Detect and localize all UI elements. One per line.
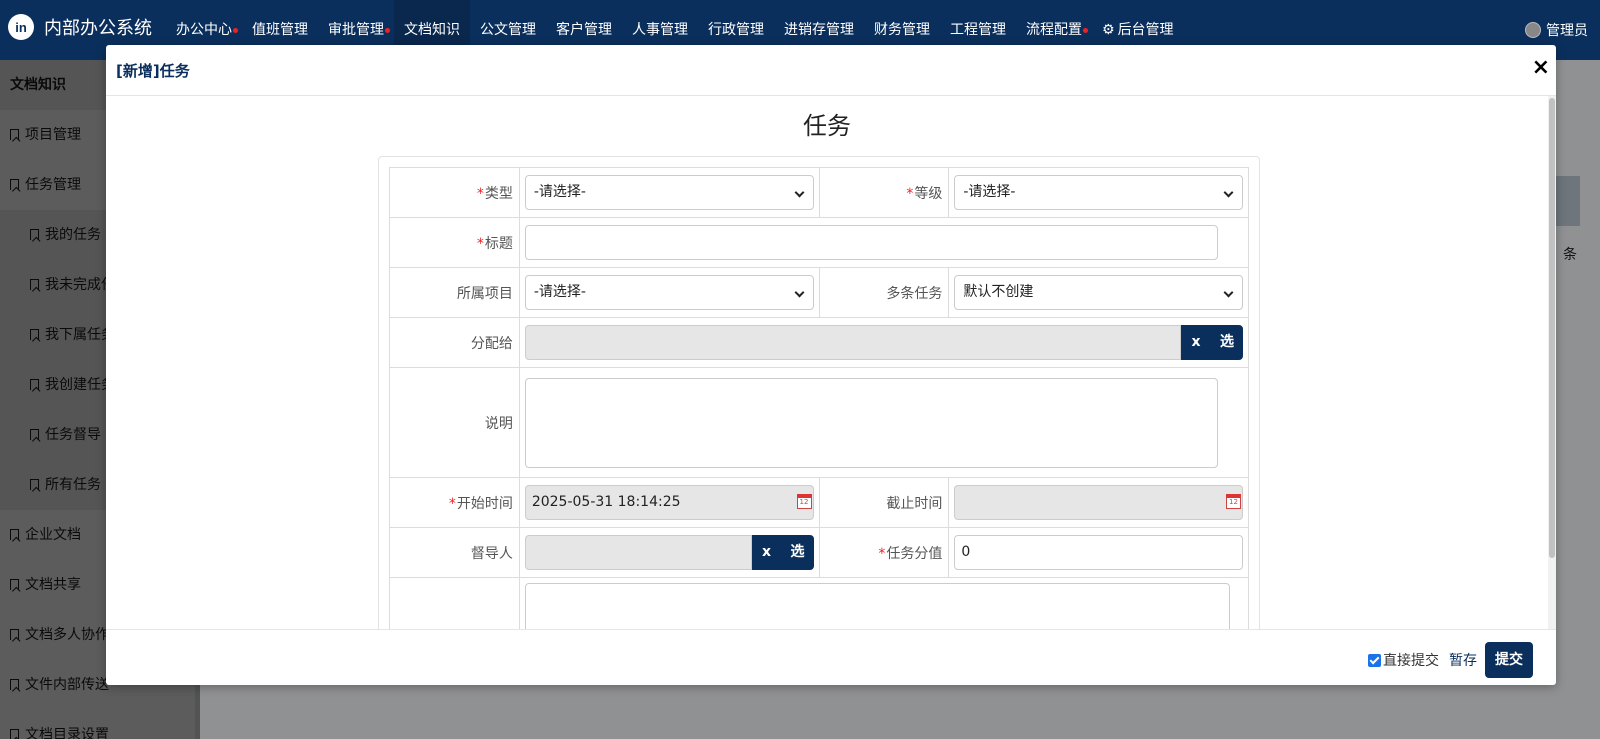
- modal-footer: 直接提交 暂存 提交: [106, 629, 1556, 685]
- supervisor-input[interactable]: [524, 535, 752, 570]
- assign-input[interactable]: [524, 325, 1181, 360]
- modal-scrollbar[interactable]: [1548, 96, 1556, 629]
- field-label: *任务分值: [818, 527, 950, 578]
- chevron-down-icon: [1223, 287, 1234, 298]
- modal-title: [新增]任务: [116, 62, 190, 80]
- gear-icon: ⚙: [1102, 22, 1115, 38]
- brand[interactable]: in 内部办公系统: [8, 14, 152, 40]
- field-label: 截止时间: [818, 477, 950, 528]
- form-title: 任务: [803, 112, 851, 140]
- start-time-input[interactable]: 2025-05-31 18:14:25: [524, 485, 814, 520]
- supervisor-picker: x 选: [524, 535, 814, 570]
- avatar: [1525, 22, 1541, 38]
- app-title: 内部办公系统: [44, 18, 152, 39]
- user-name: 管理员: [1546, 23, 1588, 39]
- chevron-down-icon: [1223, 187, 1234, 198]
- type-select[interactable]: -请选择-: [524, 175, 814, 210]
- direct-submit-label: 直接提交: [1383, 653, 1439, 669]
- modal-body: 任务 *类型 -请选择- *等级 -请选择- *标题 所属项目 -请选择- 多条…: [106, 96, 1548, 629]
- form-row: 说明: [389, 367, 1250, 478]
- modal-header: [新增]任务 ×: [106, 45, 1556, 96]
- level-select[interactable]: -请选择-: [954, 175, 1243, 210]
- notification-dot: [233, 28, 238, 33]
- task-modal: [新增]任务 × 任务 *类型 -请选择- *等级 -请选择- *标题 所属项目…: [106, 45, 1556, 685]
- form-row: *类型 -请选择- *等级 -请选择-: [389, 167, 1249, 218]
- calendar-icon[interactable]: 12: [1226, 494, 1241, 509]
- supervisor-select-button[interactable]: 选: [781, 535, 814, 570]
- form-row: 督导人 x 选 *任务分值 0: [389, 527, 1249, 578]
- field-label: 多条任务: [818, 267, 950, 318]
- form-row: [389, 577, 1250, 629]
- form-panel: *类型 -请选择- *等级 -请选择- *标题 所属项目 -请选择- 多条任务 …: [378, 156, 1260, 629]
- multi-task-select[interactable]: 默认不创建: [954, 275, 1243, 310]
- title-input[interactable]: [524, 225, 1218, 260]
- field-label: *等级: [818, 167, 950, 218]
- field-label: *标题: [389, 217, 520, 268]
- score-input[interactable]: 0: [954, 535, 1243, 570]
- description-textarea[interactable]: [524, 377, 1218, 468]
- draft-link[interactable]: 暂存: [1449, 650, 1477, 670]
- form-row: 所属项目 -请选择- 多条任务 默认不创建: [389, 267, 1249, 318]
- field-label: *开始时间: [389, 477, 520, 528]
- chevron-down-icon: [794, 187, 804, 198]
- submit-button[interactable]: 提交: [1485, 642, 1533, 678]
- notification-dot: [385, 28, 390, 33]
- direct-submit-checkbox[interactable]: 直接提交: [1368, 650, 1439, 670]
- chevron-down-icon: [794, 287, 804, 298]
- assign-select-button[interactable]: 选: [1211, 325, 1243, 360]
- app-logo: in: [8, 14, 34, 40]
- close-icon[interactable]: ×: [1532, 55, 1550, 80]
- form-row: *开始时间 2025-05-31 18:14:25 12 截止时间 12: [389, 477, 1249, 528]
- scrollbar-thumb[interactable]: [1549, 98, 1555, 558]
- supervisor-clear-button[interactable]: x: [751, 535, 782, 570]
- extra-textarea[interactable]: [524, 583, 1230, 629]
- calendar-icon[interactable]: 12: [796, 494, 812, 509]
- field-label: 督导人: [389, 527, 520, 578]
- field-label: 所属项目: [389, 267, 520, 318]
- checkbox-checked-icon[interactable]: [1368, 653, 1381, 667]
- assign-picker: x 选: [524, 325, 1243, 360]
- project-select[interactable]: -请选择-: [524, 275, 814, 310]
- field-label: [389, 577, 520, 629]
- form-row: 分配给 x 选: [389, 317, 1250, 368]
- field-label: 说明: [389, 367, 520, 478]
- notification-dot: [1083, 28, 1088, 33]
- task-form: *类型 -请选择- *等级 -请选择- *标题 所属项目 -请选择- 多条任务 …: [389, 167, 1250, 629]
- field-label: *类型: [389, 167, 520, 218]
- field-label: 分配给: [389, 317, 520, 368]
- form-row: *标题: [389, 217, 1250, 268]
- user-menu[interactable]: 管理员: [1525, 20, 1588, 40]
- end-time-input[interactable]: [954, 485, 1243, 520]
- assign-clear-button[interactable]: x: [1181, 325, 1211, 360]
